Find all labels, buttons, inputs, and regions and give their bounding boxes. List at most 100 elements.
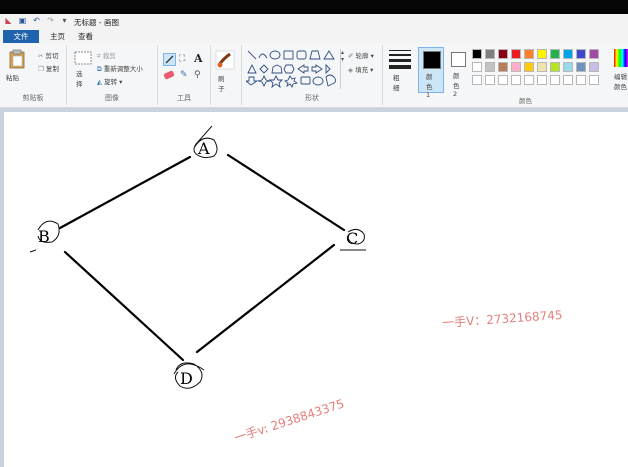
- color2-label: 颜色 2: [453, 72, 460, 98]
- palette-swatch[interactable]: [524, 62, 534, 72]
- magnifier-icon: ⚲: [194, 70, 201, 80]
- node-a-label: A: [197, 139, 210, 158]
- edit-colors-button[interactable]: 编辑颜色: [612, 47, 628, 97]
- ribbon-tabs: 文件 主页 查看: [0, 30, 628, 43]
- palette-swatch[interactable]: [563, 62, 573, 72]
- edge-b-d: [63, 250, 185, 362]
- tab-file[interactable]: 文件: [3, 30, 39, 43]
- palette-swatch[interactable]: [576, 62, 586, 72]
- palette-swatch[interactable]: [563, 49, 573, 59]
- scroll-down-icon: ▾: [341, 56, 345, 63]
- color1-button[interactable]: 颜色 1: [418, 47, 444, 99]
- node-b-label: B: [38, 227, 50, 246]
- tools-group-label: 工具: [177, 94, 191, 102]
- palette-swatch[interactable]: [550, 49, 560, 59]
- rainbow-icon: [614, 49, 628, 67]
- shapes-scroll[interactable]: ▴ ▾: [340, 49, 347, 89]
- undo-icon[interactable]: ↶: [32, 16, 41, 25]
- cut-button[interactable]: ✂ 剪切: [38, 50, 59, 60]
- color2-swatch: [451, 52, 466, 67]
- copy-button[interactable]: ❐ 复制: [38, 63, 59, 73]
- brushes-label: 刷子: [218, 75, 225, 93]
- text-tool[interactable]: A: [194, 52, 203, 65]
- palette-swatch[interactable]: [498, 49, 508, 59]
- ribbon: 粘贴 ✂ 剪切 ❐ 复制 剪贴板 选择 ⌗ 裁剪 ⧉ 重新调整大小 ◭ 旋转 ▾…: [0, 43, 628, 108]
- rotate-button[interactable]: ◭ 旋转 ▾: [97, 76, 122, 86]
- fill-button[interactable]: ◈ 填充 ▾: [348, 64, 373, 74]
- outline-button[interactable]: ✐ 轮廓 ▾: [348, 50, 374, 60]
- palette-swatch[interactable]: [498, 75, 508, 85]
- shapes-gallery[interactable]: [246, 49, 340, 89]
- edge-a-c: [226, 153, 346, 232]
- fill-label: 填充: [355, 66, 369, 74]
- palette-swatch[interactable]: [589, 49, 599, 59]
- rotate-icon: ◭: [97, 78, 102, 86]
- outline-chevron-icon: ▾: [370, 52, 374, 60]
- palette-swatch[interactable]: [498, 62, 508, 72]
- tab-view[interactable]: 查看: [78, 30, 93, 43]
- eyedropper-icon: ✎: [180, 70, 188, 80]
- palette-swatch[interactable]: [511, 62, 521, 72]
- select-label: 选择: [76, 70, 83, 88]
- color1-label: 颜色 1: [426, 73, 433, 99]
- palette-swatch[interactable]: [576, 75, 586, 85]
- palette-swatch[interactable]: [576, 49, 586, 59]
- palette-swatch[interactable]: [511, 75, 521, 85]
- line-weight-icon: [389, 50, 411, 69]
- palette-swatch[interactable]: [511, 49, 521, 59]
- palette-swatch[interactable]: [589, 75, 599, 85]
- size-button[interactable]: 粗细: [386, 47, 414, 97]
- magnifier-tool[interactable]: ⚲: [194, 70, 201, 80]
- palette-swatch[interactable]: [485, 75, 495, 85]
- palette-swatch[interactable]: [524, 75, 534, 85]
- eraser-tool[interactable]: [163, 70, 175, 80]
- save-icon[interactable]: ▣: [18, 16, 27, 25]
- copy-icon: ❐: [38, 65, 44, 73]
- shapes-group-label: 形状: [305, 94, 319, 102]
- quick-access-toolbar: ◣ ▣ ↶ ↷ ▾: [4, 16, 69, 25]
- palette-swatch[interactable]: [537, 75, 547, 85]
- palette-swatch[interactable]: [472, 62, 482, 72]
- chevron-down-icon: ▾: [119, 78, 123, 86]
- tools-group: ⛶ A ✎ ⚲ 工具: [158, 45, 211, 105]
- paste-button[interactable]: 粘贴: [6, 49, 28, 85]
- pencil-icon: [165, 55, 174, 64]
- tab-home[interactable]: 主页: [50, 30, 65, 43]
- palette-swatch[interactable]: [524, 49, 534, 59]
- palette-swatch[interactable]: [485, 62, 495, 72]
- node-c-label: C: [346, 229, 358, 248]
- colors-group-label: 颜色: [519, 97, 532, 105]
- cut-label: 剪切: [45, 52, 59, 60]
- scroll-up-icon: ▴: [341, 49, 345, 56]
- fill-tool[interactable]: ⛶: [179, 54, 185, 64]
- drawing-canvas[interactable]: A B C D 一手V：2732168745 一手v: 2938843375: [4, 112, 628, 467]
- palette-swatch[interactable]: [472, 75, 482, 85]
- redo-icon[interactable]: ↷: [46, 16, 55, 25]
- palette-swatch[interactable]: [485, 49, 495, 59]
- crop-button[interactable]: ⌗ 裁剪: [97, 50, 116, 61]
- palette-swatch[interactable]: [589, 62, 599, 72]
- title-bar: ◣ ▣ ↶ ↷ ▾ 无标题 - 画图: [0, 14, 628, 30]
- shapes-group: ▴ ▾ ✐ 轮廓 ▾ ◈ 填充 ▾ 形状: [242, 45, 383, 105]
- customize-chevron-icon[interactable]: ▾: [60, 16, 69, 25]
- palette-swatch[interactable]: [563, 75, 573, 85]
- color2-button[interactable]: 颜色 2: [447, 47, 471, 98]
- resize-button[interactable]: ⧉ 重新调整大小: [97, 63, 143, 74]
- select-button[interactable]: 选择: [73, 51, 93, 91]
- palette-swatch[interactable]: [537, 62, 547, 72]
- palette-swatch[interactable]: [472, 49, 482, 59]
- brushes-group: 刷子: [211, 45, 242, 105]
- palette-swatch[interactable]: [550, 62, 560, 72]
- brushes-button[interactable]: 刷子: [215, 50, 237, 98]
- pencil-tool[interactable]: [163, 53, 176, 66]
- palette-swatch[interactable]: [550, 75, 560, 85]
- text-tool-icon: A: [194, 52, 203, 65]
- outline-icon: ✐: [348, 52, 354, 60]
- rotate-label: 旋转: [104, 78, 118, 86]
- clipboard-group: 粘贴 ✂ 剪切 ❐ 复制 剪贴板: [0, 45, 67, 105]
- palette-swatch[interactable]: [537, 49, 547, 59]
- window-title: 无标题 - 画图: [74, 18, 119, 27]
- color-picker-tool[interactable]: ✎: [180, 70, 188, 80]
- top-black-bar: [0, 0, 628, 14]
- copy-label: 复制: [45, 65, 59, 73]
